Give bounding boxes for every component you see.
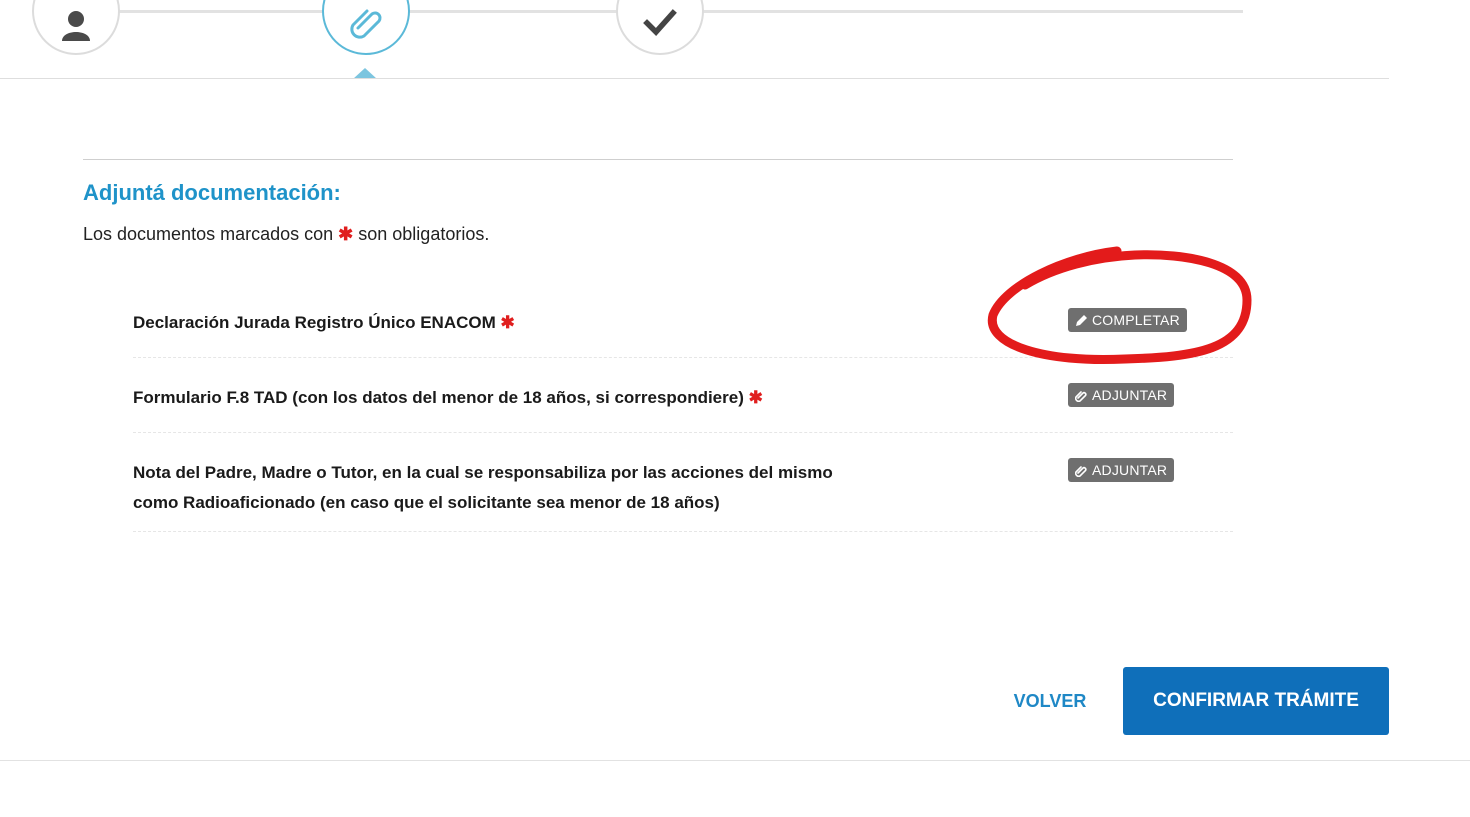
step-user[interactable]	[32, 0, 120, 55]
section-title: Adjuntá documentación:	[83, 180, 341, 205]
document-label: Declaración Jurada Registro Único ENACOM…	[133, 308, 873, 338]
section-description: Los documentos marcados con ✱ son obliga…	[83, 224, 489, 245]
stepper-divider	[0, 78, 1389, 79]
required-marker-icon: ✱	[500, 313, 515, 332]
required-marker-icon: ✱	[338, 224, 354, 244]
footer-divider	[0, 760, 1470, 761]
user-icon	[62, 11, 90, 41]
document-label-text: Declaración Jurada Registro Único ENACOM	[133, 313, 496, 332]
section-divider	[83, 159, 1233, 160]
document-row: Nota del Padre, Madre o Tutor, en la cua…	[133, 458, 1233, 532]
document-row: Formulario F.8 TAD (con los datos del me…	[133, 383, 1233, 433]
document-label: Nota del Padre, Madre o Tutor, en la cua…	[133, 458, 873, 518]
description-prefix: Los documentos marcados con	[83, 224, 334, 244]
document-row: Declaración Jurada Registro Único ENACOM…	[133, 308, 1233, 358]
description-suffix: son obligatorios.	[358, 224, 490, 244]
document-label: Formulario F.8 TAD (con los datos del me…	[133, 383, 873, 413]
paperclip-icon	[1075, 390, 1087, 402]
required-marker-icon: ✱	[748, 388, 763, 407]
checkmark-icon	[643, 9, 677, 37]
back-button[interactable]: VOLVER	[1000, 667, 1100, 735]
document-label-text: Formulario F.8 TAD (con los datos del me…	[133, 388, 744, 407]
attach-button-label: ADJUNTAR	[1092, 462, 1168, 478]
document-label-text: Nota del Padre, Madre o Tutor, en la cua…	[133, 463, 833, 512]
step-attachments[interactable]	[322, 0, 410, 55]
paperclip-icon	[350, 9, 382, 39]
paperclip-icon	[1075, 465, 1087, 477]
attach-button[interactable]: ADJUNTAR	[1068, 383, 1175, 407]
complete-button[interactable]: COMPLETAR	[1068, 308, 1187, 332]
attach-button-label: ADJUNTAR	[1092, 387, 1168, 403]
pencil-icon	[1076, 314, 1087, 326]
attach-button[interactable]: ADJUNTAR	[1068, 458, 1175, 482]
confirm-procedure-button[interactable]: CONFIRMAR TRÁMITE	[1123, 667, 1389, 735]
step-confirm[interactable]	[616, 0, 704, 55]
complete-button-label: COMPLETAR	[1092, 312, 1180, 328]
